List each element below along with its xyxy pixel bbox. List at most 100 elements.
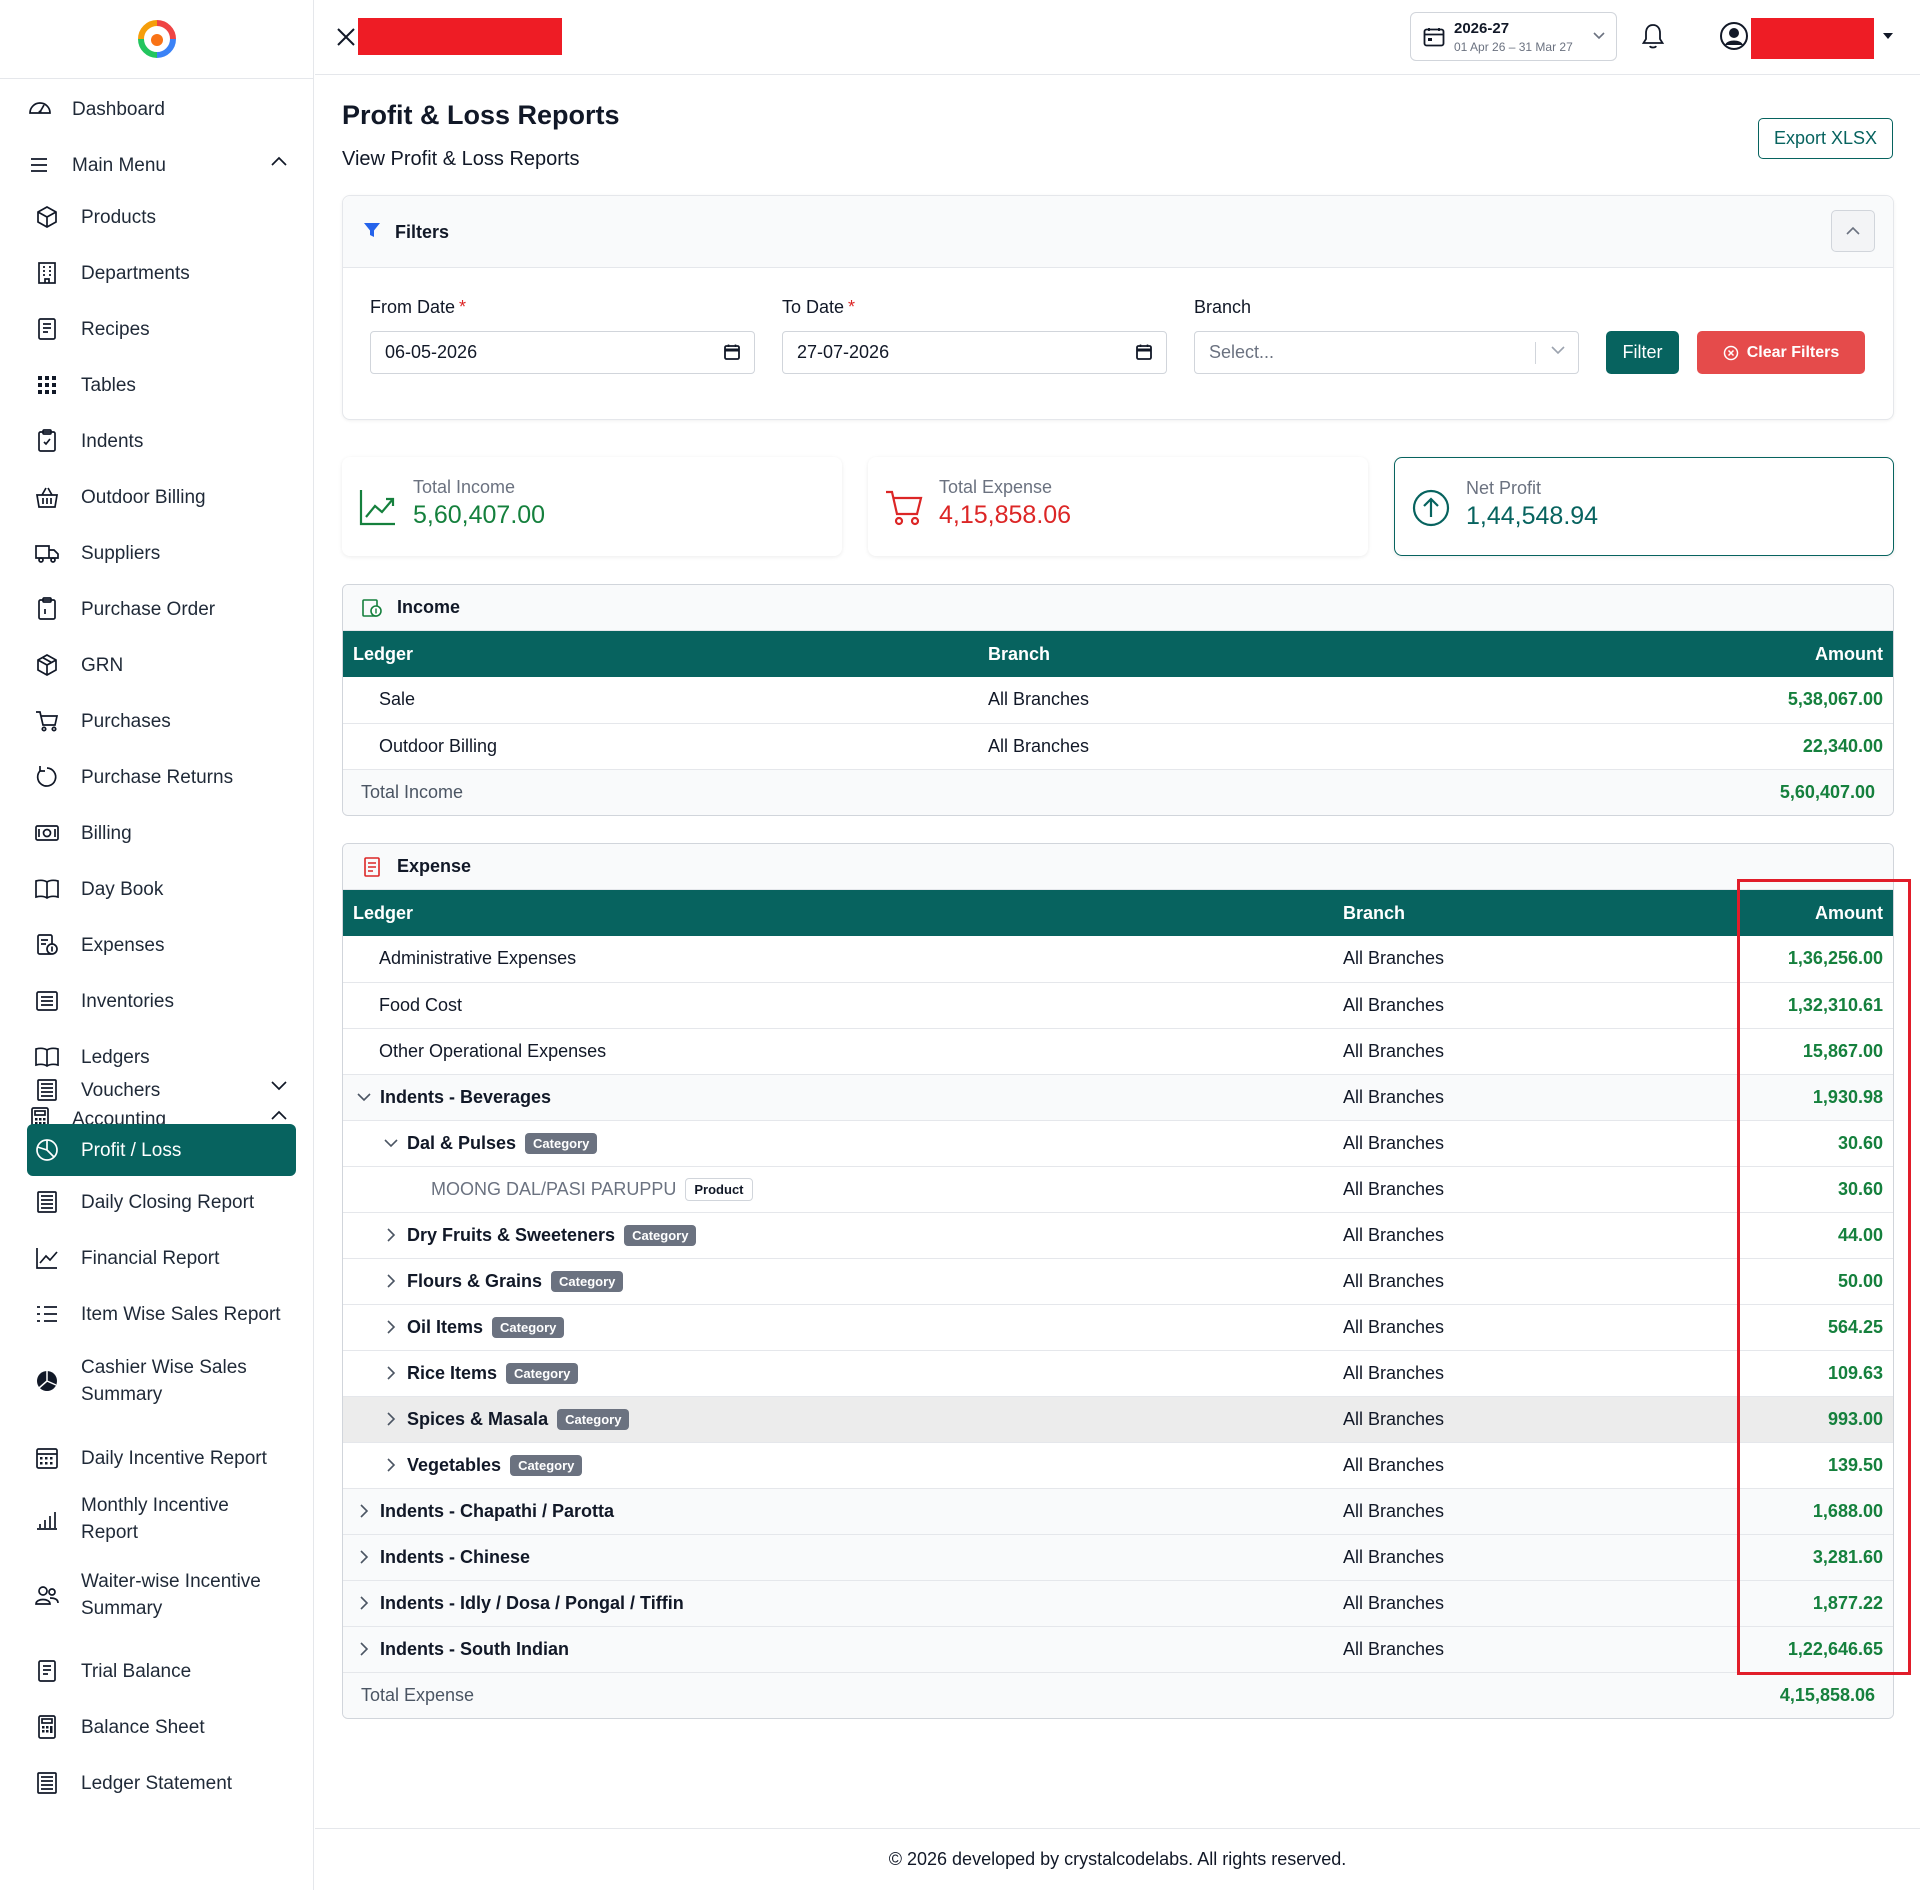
to-date-input[interactable]: 27-07-2026 [782,331,1167,374]
expense-col-ledger[interactable]: Ledger [343,890,1333,936]
expense-col-branch[interactable]: Branch [1333,890,1602,936]
calendar-icon[interactable] [724,344,740,360]
expand-toggle-icon[interactable] [380,1457,402,1473]
from-date-input[interactable]: 06-05-2026 [370,331,755,374]
ledger-name: Vegetables [407,1454,502,1475]
expandable-row[interactable]: Dry Fruits & Sweeteners Category All Branc… [343,1212,1893,1259]
ledger-cell: Outdoor Billing [343,723,978,770]
report-doc-icon [34,1189,60,1215]
expand-toggle-icon[interactable] [353,1595,375,1611]
logo[interactable] [0,0,313,79]
sidebar-item-billing[interactable]: Billing [27,813,296,853]
sidebar-item-daily-closing-report[interactable]: Daily Closing Report [27,1182,296,1222]
clear-filters-label: Clear Filters [1746,343,1840,361]
sidebar-item-ledger-statement[interactable]: Ledger Statement [27,1763,296,1803]
ledger-cell: Administrative Expenses [343,936,1333,983]
sidebar-item-suppliers[interactable]: Suppliers [27,533,296,573]
expandable-row[interactable]: Rice Items Category All Branches 109.63 [343,1350,1893,1397]
sidebar-item-item-wise-sales-report[interactable]: Item Wise Sales Report [27,1294,296,1334]
expandable-row[interactable]: Vegetables Category All Branches 139.50 [343,1442,1893,1489]
expandable-row[interactable]: Oil Items Category All Branches 564.25 [343,1304,1893,1351]
ledger-book-icon [34,1044,60,1070]
sidebar-item-recipes[interactable]: Recipes [27,309,296,349]
sidebar-item-financial-report[interactable]: Financial Report [27,1238,296,1278]
sidebar-item-purchase-returns[interactable]: Purchase Returns [27,757,296,797]
sidebar-item-main-menu[interactable]: Main Menu [27,145,296,185]
sidebar-item-label: Purchases [81,710,171,732]
total-expense-value: 4,15,858.06 [939,501,1072,529]
income-col-ledger[interactable]: Ledger [343,631,978,677]
sidebar-item-outdoor-billing[interactable]: Outdoor Billing [27,477,296,517]
sidebar-item-products[interactable]: Products [27,197,296,237]
sidebar-item-profit-loss[interactable]: Profit / Loss [27,1124,296,1176]
sidebar-item-label: Outdoor Billing [81,486,206,508]
ledger-cell: Rice Items Category [343,1350,1333,1397]
collapse-toggle-icon[interactable] [380,1138,402,1148]
branch-select[interactable]: Select... [1194,331,1579,374]
caret-down-icon[interactable] [1882,32,1894,40]
expandable-row[interactable]: Indents - Chapathi / Parotta All Branches… [343,1488,1893,1535]
expandable-row[interactable]: Dal & Pulses Category All Branches 30.60 [343,1120,1893,1167]
expense-title: Expense [397,856,472,876]
expand-toggle-icon[interactable] [353,1549,375,1565]
ledger-name: Indents - Idly / Dosa / Pongal / Tiffin [380,1592,684,1613]
from-date-label: From Date * [370,297,467,317]
filter-funnel-icon [363,221,381,239]
sidebar-item-trial-balance[interactable]: Trial Balance [27,1651,296,1691]
sidebar-item-purchase-order[interactable]: Purchase Order [27,589,296,629]
income-col-amount[interactable]: Amount [1417,631,1893,677]
chevron-down-icon[interactable] [1550,345,1566,355]
basket-icon [34,484,60,510]
clear-filters-button[interactable]: Clear Filters [1697,331,1865,374]
expand-toggle-icon[interactable] [380,1227,402,1243]
sidebar-item-grn[interactable]: GRN [27,645,296,685]
expand-toggle-icon[interactable] [353,1503,375,1519]
bar-signal-icon [34,1506,60,1532]
expandable-row[interactable]: Indents - Idly / Dosa / Pongal / Tiffin A… [343,1580,1893,1627]
expense-col-amount[interactable]: Amount [1601,890,1893,936]
sidebar-item-cashier-wise-sales-summary[interactable]: Cashier Wise Sales Summary [27,1353,296,1409]
expand-toggle-icon[interactable] [380,1365,402,1381]
filter-button[interactable]: Filter [1606,331,1679,374]
expand-toggle-icon[interactable] [380,1319,402,1335]
expand-toggle-icon[interactable] [353,1641,375,1657]
sidebar-item-day-book[interactable]: Day Book [27,869,296,909]
expandable-row[interactable]: Indents - South Indian All Branches 1,22,6… [343,1626,1893,1673]
expandable-row[interactable]: Indents - Beverages All Branches 1,930.98 [343,1074,1893,1121]
collapse-filters-button[interactable] [1831,210,1875,252]
sidebar-item-label: Departments [81,262,190,284]
sidebar-item-vouchers[interactable]: Vouchers [27,1070,296,1110]
financial-year-selector[interactable]: 2026-27 01 Apr 26 – 31 Mar 27 [1410,12,1617,61]
collapse-toggle-icon[interactable] [353,1092,375,1102]
user-menu-button[interactable] [1719,21,1749,51]
income-col-branch[interactable]: Branch [978,631,1418,677]
sidebar-item-waiter-wise-incentive-summary[interactable]: Waiter-wise Incentive Summary [27,1567,296,1623]
close-circle-icon [1723,345,1738,360]
grid-dots-icon [34,372,60,398]
sidebar-item-indents[interactable]: Indents [27,421,296,461]
ledger-cell: Food Cost [343,982,1333,1029]
sidebar-item-expenses[interactable]: Expenses [27,925,296,965]
expandable-row[interactable]: Indents - Chinese All Branches 3,281.60 [343,1534,1893,1581]
expandable-row[interactable]: Flours & Grains Category All Branches 50.00 [343,1258,1893,1305]
sidebar-item-dashboard[interactable]: Dashboard [27,89,296,129]
footer: © 2026 developed by crystalcodelabs. All… [315,1828,1920,1890]
amount-cell: 1,688.00 [1601,1488,1893,1535]
sidebar-item-daily-incentive-report[interactable]: Daily Incentive Report [27,1438,296,1478]
ledger-name: Food Cost [379,994,463,1015]
sidebar-item-inventories[interactable]: Inventories [27,981,296,1021]
sidebar-item-departments[interactable]: Departments [27,253,296,293]
expand-toggle-icon[interactable] [380,1273,402,1289]
close-sidebar-button[interactable] [335,26,357,48]
expandable-row[interactable]: Spices & Masala Category All Branches 993.0… [343,1396,1893,1443]
sidebar-item-purchases[interactable]: Purchases [27,701,296,741]
sidebar-item-tables[interactable]: Tables [27,365,296,405]
sidebar-item-balance-sheet[interactable]: Balance Sheet [27,1707,296,1747]
notifications-button[interactable] [1640,22,1666,50]
expand-toggle-icon[interactable] [380,1411,402,1427]
ledger-cell: Other Operational Expenses [343,1028,1333,1075]
expense-table: Ledger Branch Amount Administrative Expe… [343,890,1893,1718]
calendar-icon[interactable] [1136,344,1152,360]
export-xlsx-button[interactable]: Export XLSX [1758,118,1893,159]
sidebar-item-monthly-incentive-report[interactable]: Monthly Incentive Report [27,1491,296,1547]
